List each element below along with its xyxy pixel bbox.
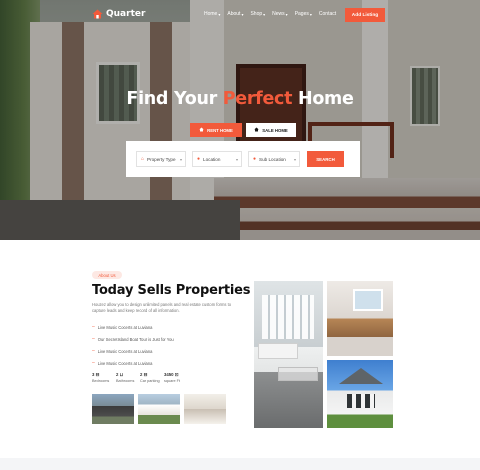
about-badge: About Us	[92, 271, 122, 279]
dash-icon: –	[92, 348, 95, 354]
stat-square-ft: 3450 ⊡ square Ft	[164, 372, 188, 383]
property-stats: 3 ⊟ Bedrooms 2 ⊔ Bathrooms 2 ⊟ Car parking …	[92, 372, 188, 383]
stat-bathrooms: 2 ⊔ Bathrooms	[116, 372, 140, 383]
stat-value: 3450 ⊡	[164, 372, 179, 377]
living-room-window	[262, 295, 314, 339]
home-icon	[199, 127, 204, 133]
house-exterior-image	[327, 360, 393, 428]
location-value: Location	[203, 156, 221, 162]
property-search-form: ⌂ Property Type ▾ ● Location ▾ ● Sub Loc…	[126, 141, 360, 177]
hero-title-accent: Perfect	[222, 89, 293, 109]
sub-location-value: Sub Location	[259, 156, 286, 162]
feature-item: – Live Music Cocerts at Luviana	[92, 324, 152, 330]
hero-overlay	[0, 0, 480, 240]
chevron-down-icon: ▾	[179, 156, 182, 162]
feature-item: – Live Music Cocerts at Luviana	[92, 360, 152, 366]
chevron-down-icon: ▾	[241, 11, 244, 17]
menu-item-home[interactable]: Home ▾	[204, 11, 220, 17]
stat-value: 3 ⊟	[92, 372, 100, 377]
hero-title-part: Find Your	[126, 89, 223, 109]
chevron-down-icon: ▾	[285, 11, 288, 17]
tab-sale-home[interactable]: SALE HOME	[246, 123, 296, 137]
menu-item-label: Contact	[318, 11, 337, 17]
stat-label: square Ft	[164, 379, 181, 383]
stat-bedrooms: 3 ⊟ Bedrooms	[92, 372, 116, 383]
about-description: Houzez allow you to design unlimited pan…	[92, 302, 232, 313]
feature-label: Live Music Cocerts at Luviana	[97, 348, 153, 354]
property-thumbnail[interactable]	[92, 394, 134, 424]
property-type-value: Property Type	[147, 156, 176, 162]
chevron-down-icon: ▾	[235, 156, 238, 162]
add-listing-button[interactable]: Add Listing	[345, 8, 385, 22]
menu-item-shop[interactable]: Shop ▾	[250, 11, 265, 17]
home-icon: ⌂	[141, 156, 145, 162]
property-thumbnails	[92, 394, 226, 424]
chevron-down-icon: ▾	[218, 11, 221, 17]
location-pin-icon: ●	[253, 156, 257, 162]
logo-text: Quarter	[106, 9, 146, 19]
top-navigation: Quarter Home ▾ About ▾ Shop ▾ News ▾ Pages ▾ …	[0, 0, 480, 30]
chevron-down-icon: ▾	[309, 11, 312, 17]
feature-label: Live Music Cocerts at Luviana	[97, 324, 153, 330]
stat-value: 2 ⊟	[140, 372, 148, 377]
hero-title: Find Your Perfect Home	[0, 89, 480, 109]
chevron-down-icon: ▾	[293, 156, 296, 162]
menu-item-contact[interactable]: Contact	[319, 11, 336, 17]
property-thumbnail[interactable]	[138, 394, 180, 424]
dash-icon: –	[92, 324, 95, 330]
property-type-select[interactable]: ⌂ Property Type ▾	[136, 151, 186, 167]
menu-item-label: Shop	[250, 11, 263, 17]
feature-label: Our SecretIsland Boat Tour is Just for Y…	[97, 336, 174, 342]
stat-label: Bathrooms	[116, 379, 135, 383]
menu-item-label: Pages	[294, 11, 309, 17]
living-room-sofa	[258, 343, 298, 359]
tab-label: RENT HOME	[207, 127, 233, 133]
house-logo-icon	[92, 9, 103, 19]
menu-item-label: Home	[204, 11, 218, 17]
menu-item-pages[interactable]: Pages ▾	[295, 11, 312, 17]
menu-item-label: About	[227, 11, 241, 17]
feature-item: – Live Music Cocerts at Luviana	[92, 348, 152, 354]
living-room-table	[278, 367, 318, 381]
search-button[interactable]: SEARCH	[307, 151, 344, 167]
menu-item-news[interactable]: News ▾	[272, 11, 288, 17]
tab-rent-home[interactable]: RENT HOME	[190, 123, 242, 137]
dining-room-image	[327, 281, 393, 356]
stat-label: Car parking	[140, 379, 160, 383]
living-room-image	[254, 281, 323, 428]
dash-icon: –	[92, 360, 95, 366]
main-menu: Home ▾ About ▾ Shop ▾ News ▾ Pages ▾ Contact	[204, 11, 336, 17]
house-roof	[339, 368, 383, 384]
house-sale-icon	[254, 127, 259, 133]
feature-item: – Our SecretIsland Boat Tour is Just for …	[92, 336, 174, 342]
stat-label: Bedrooms	[92, 379, 110, 383]
dash-icon: –	[92, 336, 95, 342]
logo[interactable]: Quarter	[92, 9, 145, 19]
property-thumbnail[interactable]	[184, 394, 226, 424]
tab-label: SALE HOME	[262, 127, 288, 133]
dining-room-window	[353, 289, 383, 311]
sub-location-select[interactable]: ● Sub Location ▾	[248, 151, 300, 167]
menu-item-label: News	[272, 11, 285, 17]
location-select[interactable]: ● Location ▾	[192, 151, 242, 167]
stat-car-parking: 2 ⊟ Car parking	[140, 372, 164, 383]
menu-item-about[interactable]: About ▾	[227, 11, 243, 17]
chevron-down-icon: ▾	[263, 11, 266, 17]
hero-banner	[0, 0, 480, 240]
feature-label: Live Music Cocerts at Luviana	[97, 360, 153, 366]
hero-title-part: Home	[292, 89, 354, 109]
location-pin-icon: ●	[197, 156, 201, 162]
about-title: Today Sells Properties	[92, 283, 251, 298]
house-windows	[347, 394, 375, 408]
stat-value: 2 ⊔	[116, 372, 123, 377]
next-section-strip	[0, 458, 480, 470]
